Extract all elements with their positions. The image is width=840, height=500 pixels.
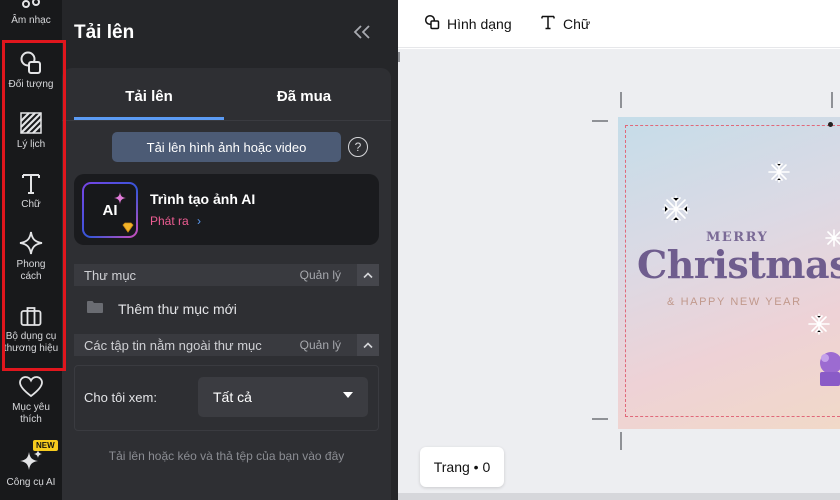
drop-zone-hint[interactable]: Tải lên hoặc kéo và thả tệp của bạn vào … bbox=[74, 449, 379, 463]
shape-tool-button[interactable]: Hình dạng bbox=[424, 14, 512, 33]
panel-title: Tải lên bbox=[74, 22, 135, 43]
ai-thumb-text: AI bbox=[102, 201, 118, 219]
rail-item-elements[interactable]: Đối tượng bbox=[0, 50, 62, 91]
icon-rail: Âm nhạc Đối tượng Lý lịch Chữ Phong cách… bbox=[0, 0, 62, 500]
rail-item-music[interactable]: Âm nhạc bbox=[0, 0, 62, 27]
rail-item-favorites[interactable]: Mục yêu thích bbox=[0, 375, 62, 426]
add-folder-button[interactable]: Thêm thư mục mới bbox=[86, 300, 237, 317]
guide-tick bbox=[398, 52, 400, 62]
rail-item-brand-kit[interactable]: Bộ dụng cụ thương hiệu bbox=[0, 304, 62, 355]
tab-purchased[interactable]: Đã mua bbox=[229, 88, 379, 105]
rail-item-label: Đối tượng bbox=[8, 79, 54, 90]
rail-item-label: Mục yêu thích bbox=[12, 402, 50, 425]
text-icon bbox=[18, 170, 44, 196]
new-badge: NEW bbox=[33, 440, 58, 451]
guide-tick bbox=[831, 92, 833, 108]
tab-divider bbox=[62, 120, 391, 121]
ai-card-link-text: Phát ra bbox=[150, 214, 189, 228]
briefcase-icon bbox=[19, 304, 43, 328]
guide-tick bbox=[620, 92, 622, 108]
crown-gem-icon bbox=[122, 222, 134, 233]
shapes-icon bbox=[424, 14, 440, 33]
sparkle-icon bbox=[114, 192, 126, 204]
folders-manage-link[interactable]: Quản lý bbox=[300, 268, 341, 282]
caret-down-icon bbox=[343, 392, 353, 398]
rail-item-label: Chữ bbox=[21, 199, 41, 210]
shapes-icon bbox=[18, 50, 44, 76]
ai-sparkle-icon bbox=[18, 448, 44, 474]
background-pattern-icon bbox=[18, 110, 44, 136]
upload-media-button[interactable]: Tải lên hình ảnh hoặc video bbox=[112, 132, 341, 162]
folders-section-header: Thư mục Quản lý bbox=[74, 264, 379, 286]
text-tool-button[interactable]: Chữ bbox=[540, 14, 590, 33]
ai-card-link[interactable]: Phát ra › bbox=[150, 214, 201, 228]
guide-tick bbox=[620, 432, 622, 450]
sparkle-style-icon bbox=[18, 230, 44, 256]
chevron-up-icon[interactable] bbox=[357, 334, 379, 356]
folders-section-title: Thư mục bbox=[84, 267, 137, 283]
guide-tick bbox=[592, 120, 608, 122]
rail-item-label: Phong cách bbox=[16, 259, 46, 282]
rail-item-text[interactable]: Chữ bbox=[0, 170, 62, 211]
greeting-new-year-text[interactable]: & HAPPY NEW YEAR bbox=[667, 296, 802, 308]
page-indicator[interactable]: Trang • 0 bbox=[420, 447, 504, 487]
outside-files-title: Các tập tin nằm ngoài thư mục bbox=[84, 337, 262, 353]
rail-item-background[interactable]: Lý lịch bbox=[0, 110, 62, 151]
ornament-decoration bbox=[820, 352, 840, 386]
greeting-christmas-text[interactable]: Christmas bbox=[637, 242, 840, 287]
filter-dropdown[interactable]: Tất cả bbox=[198, 377, 368, 417]
rail-item-label: Công cụ AI bbox=[6, 477, 56, 488]
ai-card-title: Trình tạo ảnh AI bbox=[150, 191, 256, 207]
heart-icon bbox=[18, 375, 44, 399]
active-tab-indicator bbox=[74, 117, 224, 120]
canvas-toolbar: Hình dạng Chữ bbox=[398, 0, 840, 48]
guide-tick bbox=[592, 418, 608, 420]
chevron-up-icon[interactable] bbox=[357, 264, 379, 286]
ai-image-generator-card[interactable]: AI Trình tạo ảnh AI Phát ra › bbox=[74, 174, 379, 245]
filter-selected-value: Tất cả bbox=[213, 389, 252, 405]
double-chevron-left-icon[interactable] bbox=[350, 20, 374, 44]
filter-label: Cho tôi xem: bbox=[84, 390, 157, 405]
horizontal-scrollbar[interactable] bbox=[398, 493, 840, 500]
music-icon bbox=[20, 0, 42, 12]
folder-icon bbox=[86, 300, 104, 317]
tab-uploads[interactable]: Tải lên bbox=[74, 88, 224, 105]
text-tool-label: Chữ bbox=[563, 15, 591, 32]
text-icon bbox=[540, 14, 556, 33]
outside-files-manage-link[interactable]: Quản lý bbox=[300, 338, 341, 352]
resize-handle[interactable] bbox=[828, 122, 833, 127]
outside-files-section-header: Các tập tin nằm ngoài thư mục Quản lý bbox=[74, 334, 379, 356]
help-icon[interactable]: ? bbox=[348, 137, 368, 157]
ai-generator-thumbnail: AI bbox=[82, 182, 138, 238]
rail-item-label: Bộ dụng cụ thương hiệu bbox=[3, 331, 59, 354]
chevron-right-icon: › bbox=[197, 214, 202, 228]
shape-tool-label: Hình dạng bbox=[447, 15, 512, 32]
rail-item-styles[interactable]: Phong cách bbox=[0, 230, 62, 283]
rail-item-label: Lý lịch bbox=[16, 139, 46, 150]
rail-item-label: Âm nhạc bbox=[11, 15, 51, 26]
rail-item-ai-tools[interactable]: Công cụ AI bbox=[0, 448, 62, 489]
add-folder-label: Thêm thư mục mới bbox=[118, 300, 237, 317]
